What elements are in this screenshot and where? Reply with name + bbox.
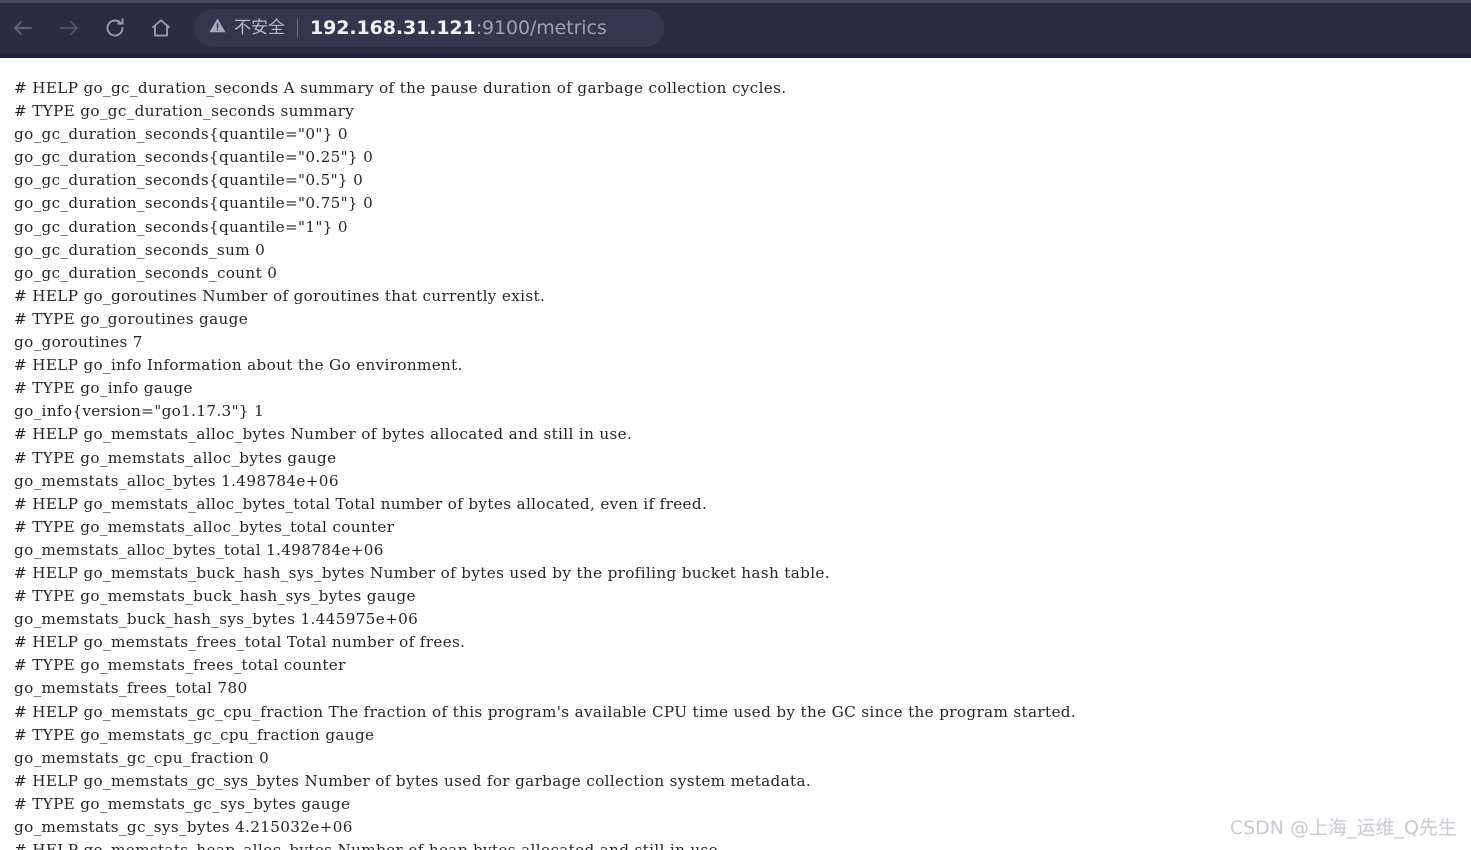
reload-button[interactable] xyxy=(92,8,138,48)
back-arrow-icon xyxy=(11,16,35,40)
home-icon xyxy=(149,16,173,40)
address-bar[interactable]: 不安全 192.168.31.121:9100/metrics xyxy=(194,9,664,47)
prometheus-metrics-text: # HELP go_gc_duration_seconds A summary … xyxy=(14,79,1077,850)
security-status-chip[interactable]: 不安全 xyxy=(208,16,285,40)
url-path: :9100/metrics xyxy=(475,16,607,39)
back-button[interactable] xyxy=(0,8,46,48)
forward-arrow-icon xyxy=(57,16,81,40)
home-button[interactable] xyxy=(138,8,184,48)
page-content: # HELP go_gc_duration_seconds A summary … xyxy=(0,58,1471,850)
url-host: 192.168.31.121 xyxy=(310,16,476,39)
security-status-label: 不安全 xyxy=(234,17,285,38)
watermark: CSDN @上海_运维_Q先生 xyxy=(1229,817,1457,839)
warning-triangle-icon xyxy=(208,16,227,40)
browser-toolbar: 不安全 192.168.31.121:9100/metrics xyxy=(0,0,1471,58)
url-text[interactable]: 192.168.31.121:9100/metrics xyxy=(310,16,607,39)
reload-icon xyxy=(103,16,127,40)
forward-button[interactable] xyxy=(46,8,92,48)
omnibox-divider xyxy=(297,18,298,38)
